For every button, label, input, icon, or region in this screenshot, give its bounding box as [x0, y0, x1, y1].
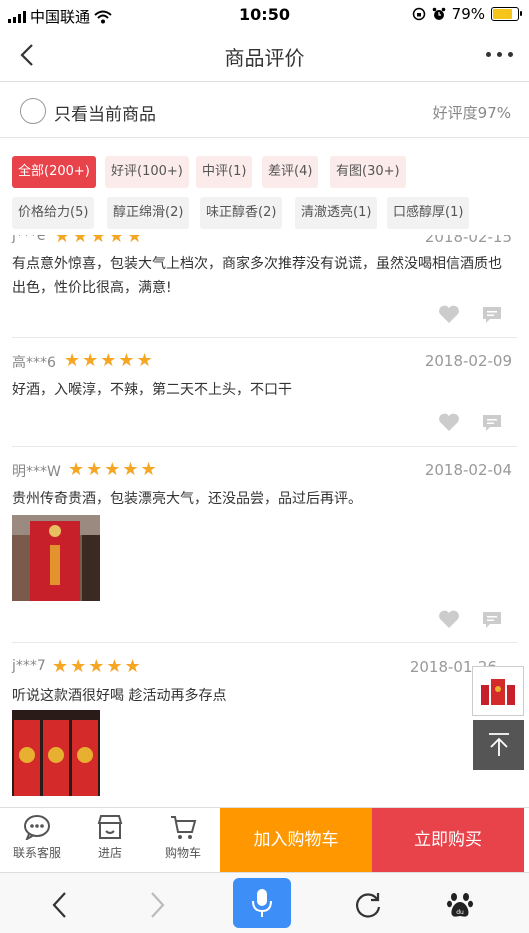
back-to-top-button[interactable]	[473, 720, 524, 770]
customer-service-label: 联系客服	[12, 846, 61, 860]
browser-forward-button[interactable]	[137, 885, 177, 925]
like-icon[interactable]	[438, 412, 460, 432]
filter-row: 只看当前商品 好评度97%	[0, 84, 529, 138]
review-text: 有点意外惊喜，包装大气上档次，商家多次推荐没有说谎，虽然没喝相信酒质也出色，性价…	[12, 256, 502, 296]
svg-text:du: du	[456, 909, 464, 916]
like-icon[interactable]	[438, 609, 460, 629]
review-stars: ★★★★★	[52, 656, 143, 677]
tag-aroma[interactable]: 味正醇香(2)	[200, 197, 283, 229]
comment-icon[interactable]	[482, 611, 502, 629]
tag-neutral[interactable]: 中评(1)	[196, 156, 253, 188]
headset-icon	[24, 815, 50, 840]
refresh-button[interactable]	[348, 885, 388, 925]
comment-icon[interactable]	[482, 414, 502, 432]
status-bar: 中国联通 10:50 79%	[0, 0, 529, 30]
tag-with-photo[interactable]: 有图(30+)	[330, 156, 406, 188]
review-item: 明***W ★★★★★ 2018-02-04 贵州传奇贵酒，包装漂亮大气，还没品…	[12, 459, 512, 636]
tag-positive[interactable]: 好评(100+)	[105, 156, 189, 188]
current-product-label[interactable]: 只看当前商品	[54, 100, 156, 125]
refresh-icon	[356, 893, 381, 918]
review-text: 听说这款酒很好喝 趁活动再多存点	[12, 688, 227, 704]
page-title: 商品评价	[224, 46, 305, 70]
paw-icon: du	[447, 893, 473, 917]
divider	[12, 642, 517, 643]
review-stars: ★★★★★	[64, 350, 155, 371]
rotation-lock-icon	[412, 7, 425, 21]
arrow-up-icon	[488, 733, 509, 756]
tag-mellow[interactable]: 口感醇厚(1)	[387, 197, 470, 229]
chevron-left-icon	[52, 892, 66, 918]
review-text: 贵州传奇贵酒，包装漂亮大气，还没品尝，品过后再评。	[12, 491, 362, 507]
review-date: 2018-02-04	[424, 461, 512, 479]
tag-price[interactable]: 价格给力(5)	[12, 197, 95, 229]
like-icon[interactable]	[438, 304, 460, 324]
shop-button[interactable]: 进店	[80, 814, 140, 861]
rating-summary: 好评度97%	[432, 104, 511, 122]
review-text: 好酒，入喉淳，不辣，第二天不上头，不口干	[12, 382, 292, 398]
divider	[12, 446, 517, 447]
cart-icon	[171, 816, 197, 839]
cart-button[interactable]: 购物车	[153, 814, 213, 861]
review-item: j***e ★★★★★ 2018-02-15 有点意外惊喜，包装大气上档次，商家…	[12, 226, 512, 328]
battery-icon	[491, 7, 522, 21]
buy-now-button[interactable]: 立即购买	[372, 808, 524, 873]
battery-percent: 79%	[451, 5, 485, 23]
alarm-icon	[432, 7, 445, 20]
store-icon	[97, 815, 123, 839]
comment-icon[interactable]	[482, 306, 502, 324]
nav-bar: 商品评价	[0, 30, 529, 82]
product-thumbnail[interactable]	[472, 666, 524, 716]
bottom-action-bar: 联系客服 进店 购物车 加入购物车 立即购买	[0, 807, 529, 873]
review-item: j***7 ★★★★★ 2018-01-26 听说这款酒很好喝 趁活动再多存点	[12, 656, 512, 808]
page: 中国联通 10:50 79% 商品评价 只看当前商品 好评度97% j***e …	[0, 0, 529, 933]
tag-filter-panel: 全部(200+) 好评(100+) 中评(1) 差评(4) 有图(30+) 价格…	[0, 150, 529, 235]
review-user: 高***6	[12, 355, 56, 371]
review-date: 2018-02-09	[424, 352, 512, 370]
more-icon[interactable]	[486, 52, 513, 57]
status-right: 79%	[412, 5, 522, 23]
chevron-right-icon	[151, 892, 165, 918]
review-photo[interactable]	[12, 515, 100, 601]
review-stars: ★★★★★	[68, 459, 159, 480]
microphone-icon	[252, 889, 272, 917]
tag-all[interactable]: 全部(200+)	[12, 156, 96, 188]
review-photo[interactable]	[12, 710, 100, 796]
divider	[12, 337, 517, 338]
review-item: 高***6 ★★★★★ 2018-02-09 好酒，入喉淳，不辣，第二天不上头，…	[12, 350, 512, 442]
customer-service-button[interactable]: 联系客服	[7, 814, 67, 861]
browser-toolbar: du	[0, 872, 529, 933]
review-user: 明***W	[12, 464, 61, 480]
baidu-button[interactable]: du	[440, 885, 480, 925]
current-product-radio[interactable]	[20, 98, 46, 124]
voice-search-button[interactable]	[233, 878, 291, 928]
review-user: j***7	[12, 658, 46, 674]
add-to-cart-button[interactable]: 加入购物车	[220, 808, 372, 873]
tag-smooth[interactable]: 醇正绵滑(2)	[107, 197, 190, 229]
tag-clear[interactable]: 清澈透亮(1)	[295, 197, 378, 229]
browser-back-button[interactable]	[40, 885, 80, 925]
tag-negative[interactable]: 差评(4)	[262, 156, 319, 188]
shop-label: 进店	[97, 846, 122, 860]
cart-label: 购物车	[164, 846, 201, 860]
